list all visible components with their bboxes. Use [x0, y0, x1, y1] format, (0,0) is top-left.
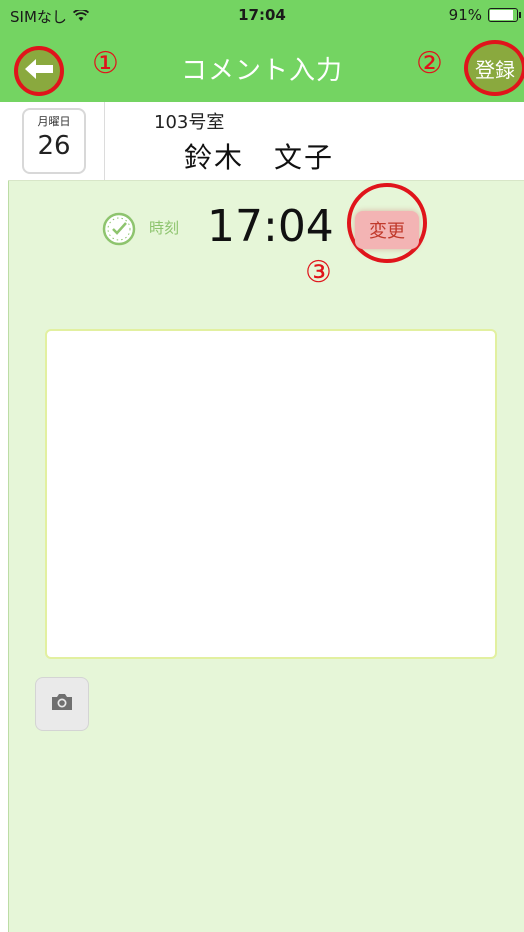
comment-input[interactable] [45, 329, 497, 659]
battery-icon [488, 8, 521, 22]
annotation-marker-2: ② [416, 46, 443, 81]
battery-percent: 91% [448, 6, 482, 24]
resident-name: 鈴木 文子 [184, 141, 335, 174]
resident-header: 月曜日 26 103号室 鈴木 文子 [8, 102, 524, 181]
page-title: コメント入力 [180, 56, 343, 86]
status-bar: SIMなし 17:04 91% [0, 0, 524, 30]
nav-bar: ① コメント入力 ② 登録 [0, 30, 524, 102]
register-button[interactable]: 登録 [464, 40, 524, 96]
camera-icon [50, 692, 74, 716]
time-label: 時刻 [149, 219, 180, 237]
header-divider [104, 102, 105, 180]
camera-button[interactable] [35, 677, 89, 731]
comment-form: 時刻 17:04 変更 ③ [8, 181, 524, 932]
room-number: 103号室 [154, 112, 225, 133]
clock-icon [101, 211, 137, 251]
battery-level [490, 10, 514, 20]
day-of-week: 月曜日 [37, 115, 71, 128]
time-value: 17:04 [207, 201, 334, 252]
annotation-marker-3: ③ [305, 255, 332, 290]
date-badge: 月曜日 26 [22, 108, 86, 174]
day-number: 26 [37, 131, 71, 161]
change-time-button[interactable]: 変更 [355, 211, 419, 249]
status-right: 91% [448, 6, 521, 24]
status-time: 17:04 [238, 6, 286, 24]
